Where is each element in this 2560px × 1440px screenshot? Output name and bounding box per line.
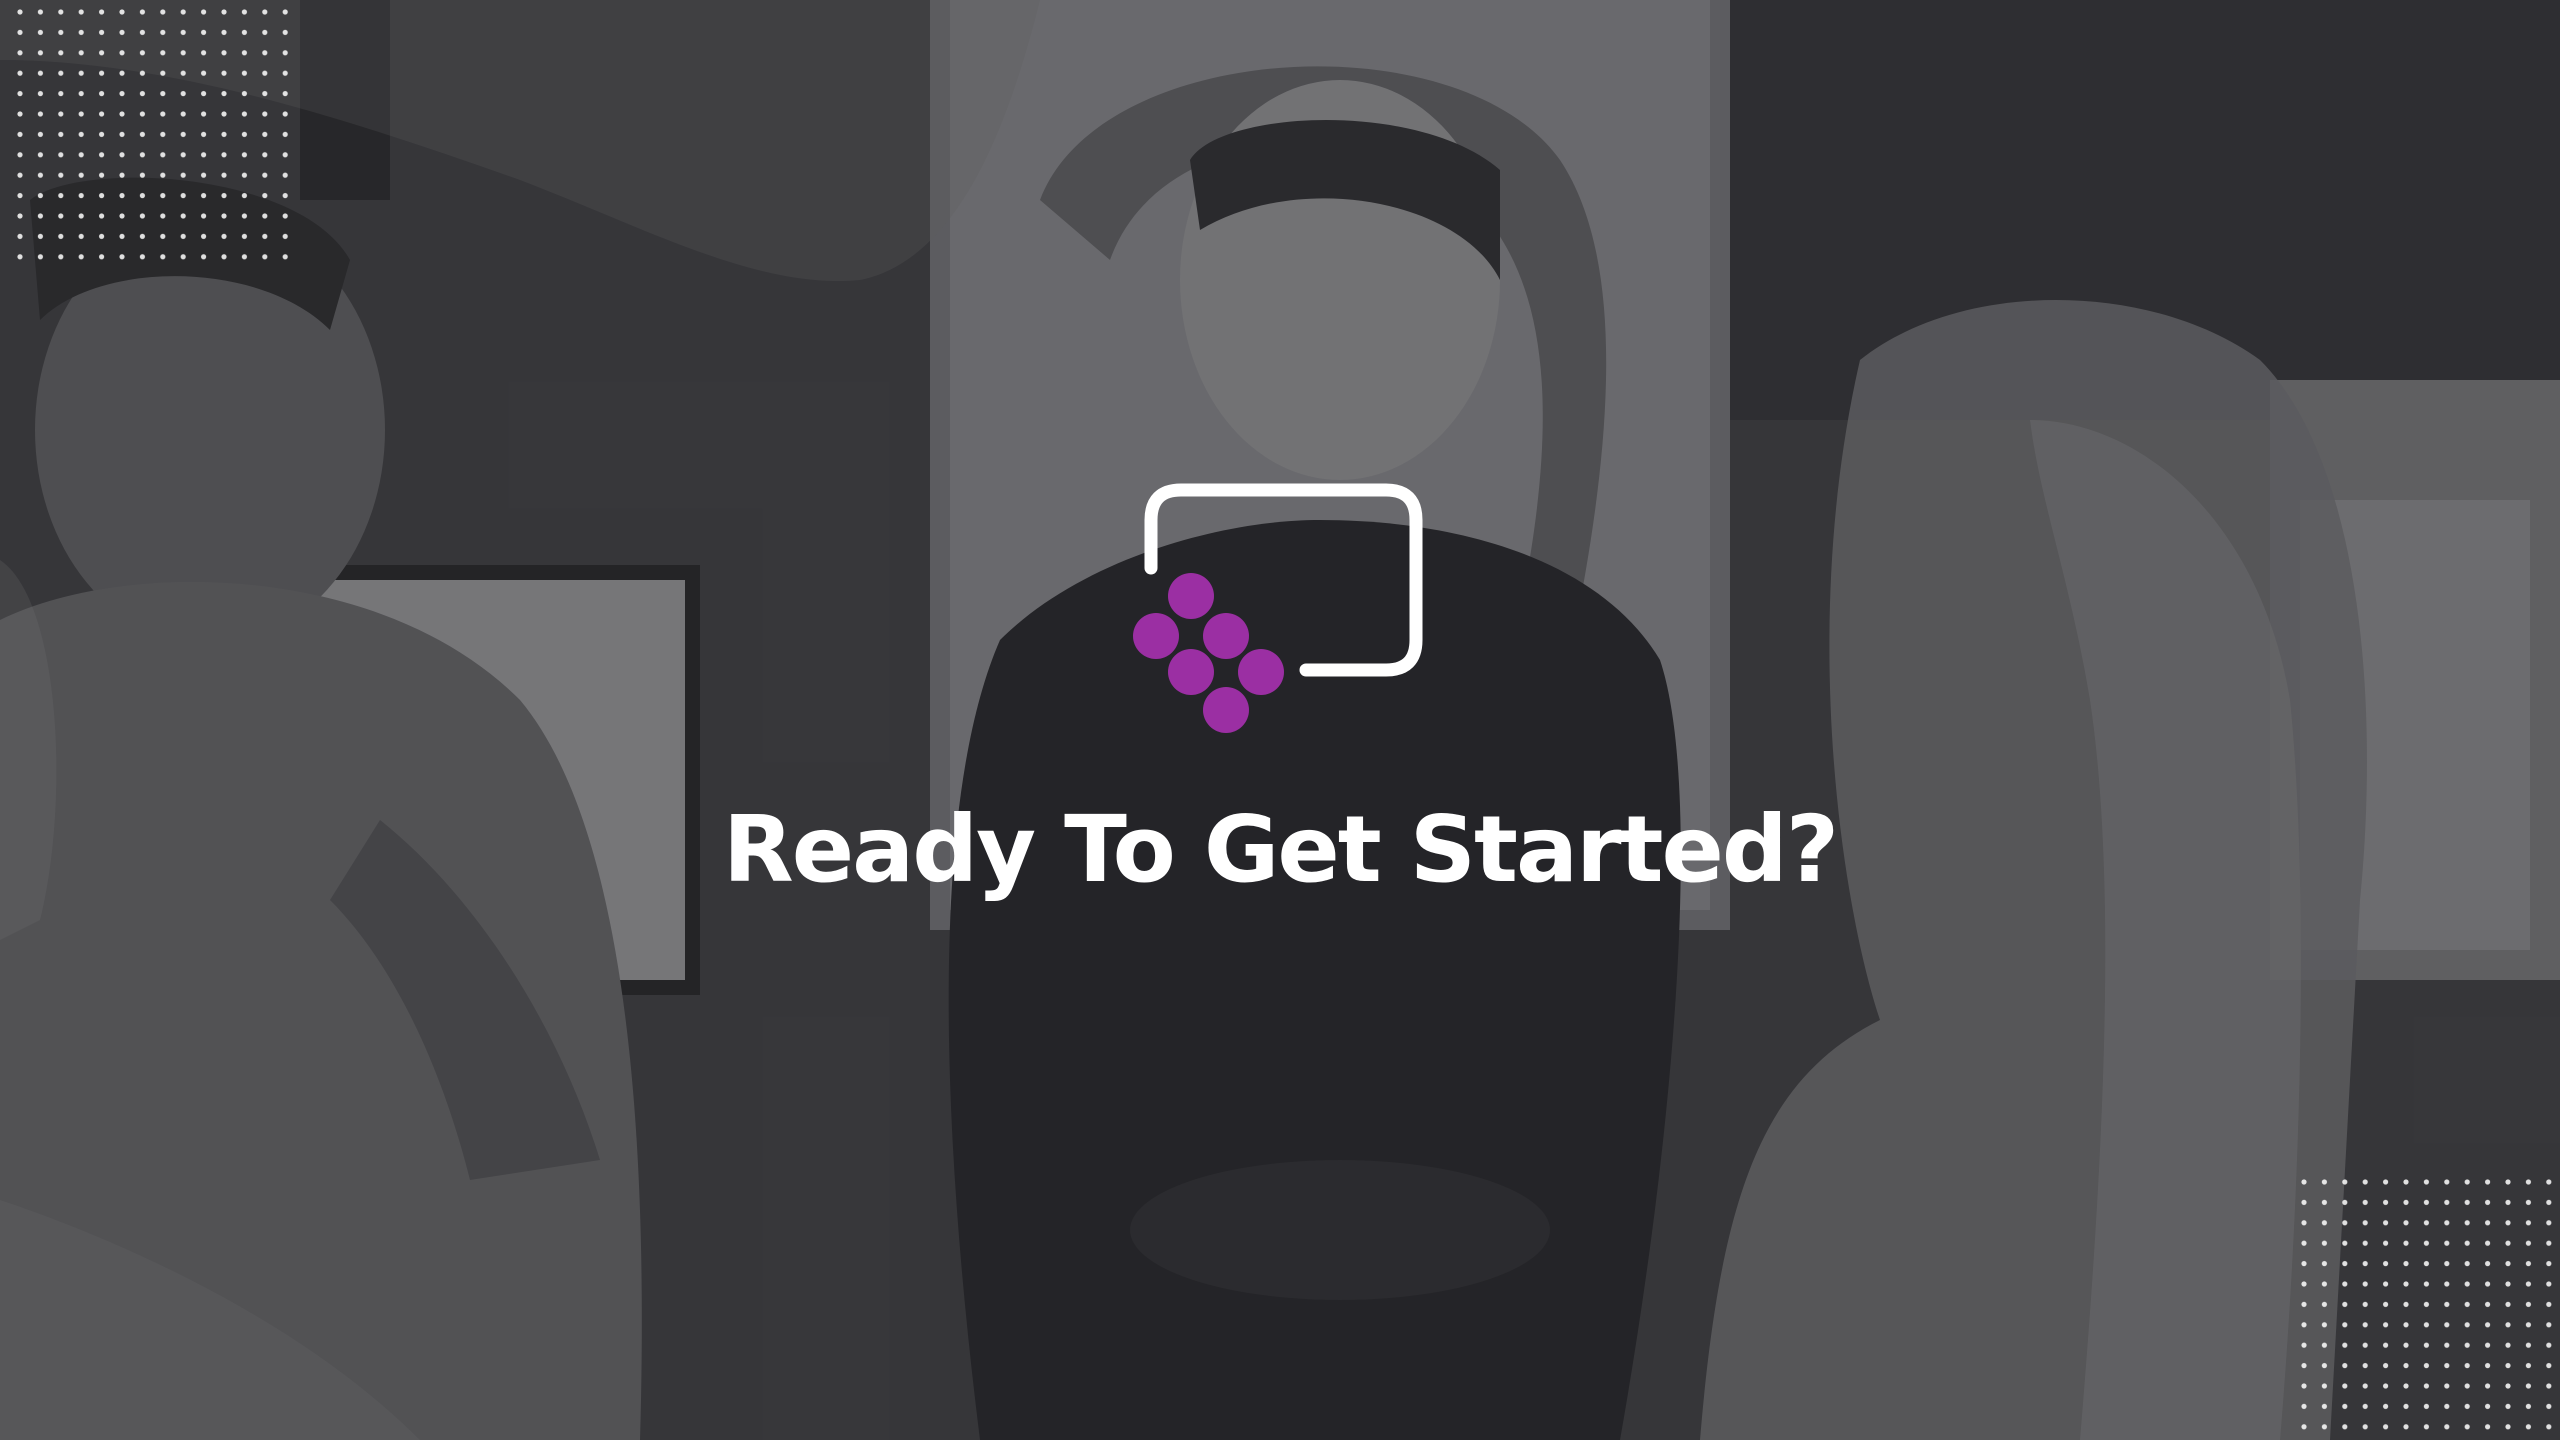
- brand-logo-icon: [1133, 483, 1423, 733]
- page-title: Ready To Get Started?: [722, 796, 1839, 903]
- slide: Ready To Get Started?: [0, 0, 2560, 1440]
- dot-grid-bottom-right: [2300, 1178, 2560, 1440]
- dot-grid-top-left: [16, 8, 300, 260]
